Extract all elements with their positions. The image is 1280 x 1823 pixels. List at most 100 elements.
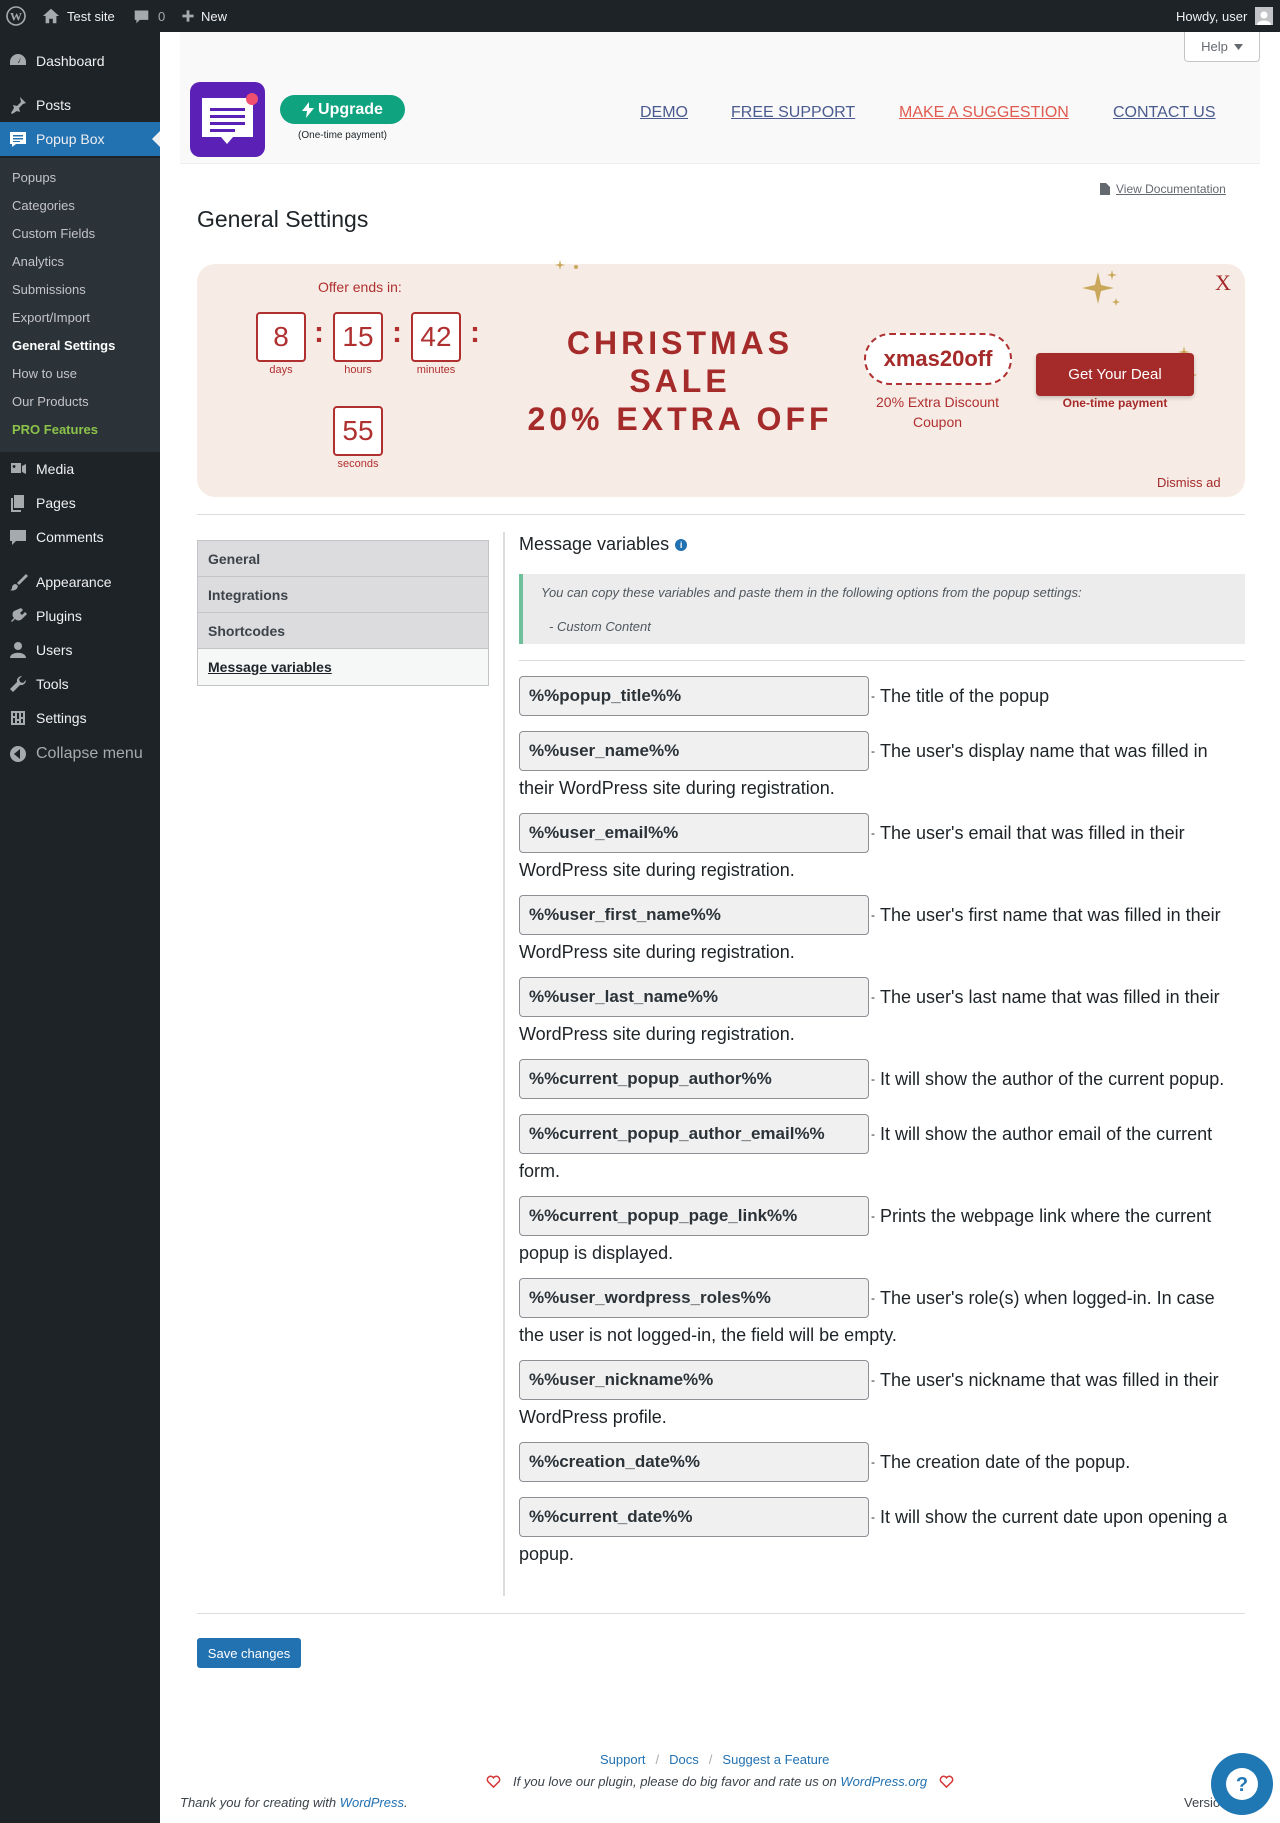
variable-field[interactable]: %%popup_title%% (519, 676, 869, 716)
variable-description: The user's role(s) when logged-in. In ca… (880, 1288, 1215, 1308)
footer-suggest-link[interactable]: Suggest a Feature (722, 1752, 829, 1767)
variable-field[interactable]: %%user_first_name%% (519, 895, 869, 935)
menu-users[interactable]: Users (0, 633, 160, 667)
variable-field[interactable]: %%current_popup_author_email%% (519, 1114, 869, 1154)
countdown-colon: : (470, 316, 480, 349)
menu-media[interactable]: Media (0, 452, 160, 486)
countdown-colon: : (314, 316, 324, 349)
menu-label: Popup Box (36, 131, 105, 147)
countdown-hours-label: hours (344, 364, 372, 376)
get-deal-button[interactable]: Get Your Deal (1036, 353, 1194, 396)
menu-plugins[interactable]: Plugins (0, 599, 160, 633)
view-documentation-link[interactable]: View Documentation (1100, 182, 1226, 196)
upgrade-button[interactable]: Upgrade (280, 95, 405, 124)
site-name-link[interactable]: Test site (42, 0, 115, 32)
free-support-link[interactable]: FREE SUPPORT (731, 104, 855, 122)
notice-line1: You can copy these variables and paste t… (541, 585, 1082, 600)
home-icon (42, 8, 60, 24)
submenu-general-settings[interactable]: General Settings (12, 338, 115, 353)
dashboard-icon (0, 51, 36, 71)
variable-dash: - (871, 1455, 875, 1469)
menu-dashboard[interactable]: Dashboard (0, 44, 160, 78)
variable-field[interactable]: %%user_nickname%% (519, 1360, 869, 1400)
footer-docs-link[interactable]: Docs (669, 1752, 699, 1767)
variable-field[interactable]: %%user_email%% (519, 813, 869, 853)
menu-tools[interactable]: Tools (0, 667, 160, 701)
comments-icon (0, 527, 36, 547)
divider (197, 1613, 1245, 1614)
menu-appearance[interactable]: Appearance (0, 565, 160, 599)
popup-box-icon (0, 129, 36, 149)
wordpress-org-link[interactable]: WordPress.org (840, 1774, 927, 1789)
comments-count: 0 (158, 8, 166, 24)
submenu-categories[interactable]: Categories (12, 198, 75, 213)
variable-field[interactable]: %%user_last_name%% (519, 977, 869, 1017)
thanks-text: Thank you for creating with (180, 1795, 337, 1810)
variables-notice: You can copy these variables and paste t… (519, 574, 1245, 644)
variable-row: %%user_first_name%% - The user's first na… (519, 895, 1245, 969)
menu-settings[interactable]: Settings (0, 701, 160, 735)
tab-message-variables[interactable]: Message variables (198, 649, 488, 685)
variable-field[interactable]: %%user_wordpress_roles%% (519, 1278, 869, 1318)
new-content-link[interactable]: New (181, 0, 227, 32)
variable-field[interactable]: %%current_popup_author%% (519, 1059, 869, 1099)
coupon-code[interactable]: xmas20off (864, 333, 1012, 385)
rate-text: If you love our plugin, please do big fa… (513, 1774, 837, 1789)
variable-field[interactable]: %%user_name%% (519, 731, 869, 771)
settings-icon (0, 708, 36, 728)
variable-description: The user's first name that was filled in… (880, 905, 1221, 925)
menu-comments[interactable]: Comments (0, 520, 160, 554)
submenu-export-import[interactable]: Export/Import (12, 310, 90, 325)
tab-general[interactable]: General (198, 541, 488, 577)
variable-field[interactable]: %%current_date%% (519, 1497, 869, 1537)
variable-field[interactable]: %%current_popup_page_link%% (519, 1196, 869, 1236)
variable-description: The creation date of the popup. (880, 1452, 1131, 1472)
demo-link[interactable]: DEMO (640, 104, 688, 122)
pages-icon (0, 493, 36, 513)
offer-ends-label: Offer ends in: (318, 279, 402, 295)
variable-description-cont: the user is not logged-in, the field wil… (519, 1325, 897, 1345)
submenu-pro-features[interactable]: PRO Features (12, 422, 98, 437)
submenu-our-products[interactable]: Our Products (12, 394, 89, 409)
submenu-how-to-use[interactable]: How to use (12, 366, 77, 381)
wordpress-link[interactable]: WordPress (340, 1795, 404, 1810)
sale-headline-line3: 20% EXTRA OFF (527, 401, 833, 437)
menu-pages[interactable]: Pages (0, 486, 160, 520)
menu-posts[interactable]: Posts (0, 88, 160, 122)
close-banner-button[interactable]: X (1215, 270, 1231, 296)
collapse-menu-button[interactable]: Collapse menu (0, 737, 160, 771)
submenu-submissions[interactable]: Submissions (12, 282, 86, 297)
dismiss-ad-link[interactable]: Dismiss ad (1157, 475, 1221, 490)
variable-description-cont: WordPress profile. (519, 1407, 667, 1427)
wordpress-logo-icon[interactable]: W (6, 0, 26, 32)
menu-label: Pages (36, 495, 76, 511)
variable-dash: - (871, 1209, 875, 1223)
help-fab-button[interactable]: ? (1211, 1753, 1273, 1815)
separator: / (708, 1752, 713, 1767)
variable-dash: - (871, 1291, 875, 1305)
variable-description: It will show the author of the current p… (880, 1069, 1225, 1089)
footer-support-link[interactable]: Support (600, 1752, 646, 1767)
variable-row: %%user_name%% - The user's display name t… (519, 731, 1245, 805)
menu-popup-box[interactable]: Popup Box (0, 122, 160, 156)
tab-shortcodes[interactable]: Shortcodes (198, 613, 488, 649)
contact-us-link[interactable]: CONTACT US (1113, 104, 1216, 122)
variable-description: The user's display name that was filled … (880, 741, 1208, 761)
info-icon[interactable]: i (675, 538, 688, 551)
submenu-custom-fields[interactable]: Custom Fields (12, 226, 95, 241)
suggestion-link[interactable]: MAKE A SUGGESTION (899, 104, 1069, 122)
menu-label: Media (36, 461, 75, 477)
help-button[interactable]: Help (1184, 32, 1260, 62)
variable-field[interactable]: %%creation_date%% (519, 1442, 869, 1482)
collapse-icon (0, 744, 36, 764)
comments-link[interactable]: 0 (133, 0, 165, 32)
submenu-popups[interactable]: Popups (12, 170, 56, 185)
variable-row: %%user_email%% - The user's email that wa… (519, 813, 1245, 887)
save-changes-button[interactable]: Save changes (197, 1638, 301, 1668)
my-account-link[interactable]: Howdy, user (1176, 0, 1274, 32)
divider (519, 660, 1245, 661)
tab-integrations[interactable]: Integrations (198, 577, 488, 613)
submenu-analytics[interactable]: Analytics (12, 254, 64, 269)
variable-description-cont: WordPress site during registration. (519, 942, 795, 962)
menu-label: Dashboard (36, 53, 105, 69)
